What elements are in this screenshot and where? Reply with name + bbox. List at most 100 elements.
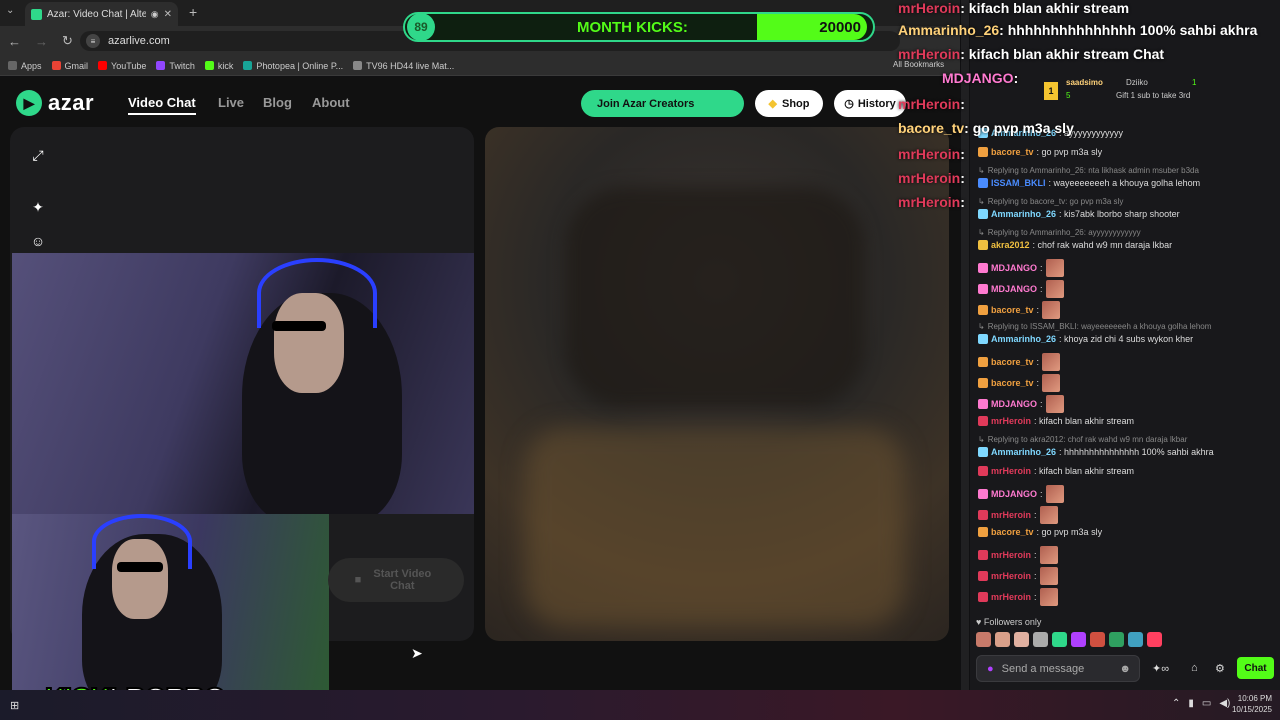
- nav-video-chat[interactable]: Video Chat: [128, 95, 196, 115]
- followers-only-label: Followers only: [983, 617, 1042, 627]
- volume-icon[interactable]: ◀): [1219, 698, 1230, 709]
- shop-button[interactable]: ◆ Shop: [755, 90, 823, 117]
- reply-context: ↳ Replying to ISSAM_BKLI: wayeeeeeeeh a …: [978, 322, 1212, 331]
- user-badge-icon: [978, 416, 988, 426]
- tab-title: Azar: Video Chat | Alternati: [47, 8, 146, 20]
- chat-username[interactable]: MDJANGO: [991, 263, 1037, 273]
- tray-chevron-icon[interactable]: ⌃: [1172, 698, 1180, 709]
- overlay-message: : kifach blan akhir stream: [960, 0, 1130, 16]
- start-video-chat-button[interactable]: ■ Start Video Chat: [328, 558, 464, 602]
- effects-icon[interactable]: ✦: [28, 197, 48, 217]
- chat-username[interactable]: Ammarinho_26: [991, 334, 1056, 344]
- bookmark-item[interactable]: TV96 HD44 live Mat...: [353, 61, 454, 71]
- chat-send-button[interactable]: Chat: [1237, 657, 1274, 679]
- chat-input[interactable]: ● Send a message ☻: [976, 655, 1140, 682]
- history-button[interactable]: ◷ History: [834, 90, 906, 117]
- chat-text: :: [1036, 357, 1040, 367]
- bookmark-item[interactable]: Photopea | Online P...: [243, 61, 343, 71]
- nav-live[interactable]: Live: [218, 95, 244, 110]
- gift-leaderboard: 1 saadsimo 5 Dziiko 1 Gift 1 sub to take…: [1040, 78, 1215, 108]
- chat-text: : kifach blan akhir stream: [1034, 466, 1135, 476]
- nav-about[interactable]: About: [312, 95, 350, 110]
- chat-username[interactable]: bacore_tv: [991, 527, 1034, 537]
- chat-username[interactable]: bacore_tv: [991, 357, 1034, 367]
- bookmark-item[interactable]: Apps: [8, 61, 42, 71]
- chat-text: :: [1034, 592, 1037, 602]
- chat-username[interactable]: mrHeroin: [991, 550, 1031, 560]
- mic-tray-icon[interactable]: ▮: [1188, 698, 1194, 709]
- chat-username[interactable]: Ammarinho_26: [991, 209, 1056, 219]
- month-kicks-goal: 89 MONTH KICKS: 20000: [403, 12, 875, 42]
- quick-emote[interactable]: [1071, 632, 1086, 647]
- expand-icon[interactable]: ⤢: [28, 145, 48, 165]
- bookmark-icon: [353, 61, 363, 70]
- chat-username[interactable]: akra2012: [991, 240, 1030, 250]
- overlay-username: Ammarinho_26: [898, 22, 1000, 38]
- chat-username[interactable]: mrHeroin: [991, 510, 1031, 520]
- emote-picker-icon[interactable]: ☻: [1119, 663, 1131, 675]
- quick-emote[interactable]: [1128, 632, 1143, 647]
- tab-search-icon[interactable]: ⌄: [6, 5, 14, 16]
- overlay-username: mrHeroin: [898, 96, 961, 112]
- azar-logo[interactable]: ▶ azar: [16, 90, 94, 116]
- quick-emote[interactable]: [1033, 632, 1048, 647]
- chat-message: mrHeroin: kifach blan akhir stream: [978, 416, 1134, 426]
- chat-username[interactable]: MDJANGO: [991, 284, 1037, 294]
- chat-username[interactable]: mrHeroin: [991, 592, 1031, 602]
- overlay-chat-line: mrHeroin:: [898, 146, 965, 162]
- chat-username[interactable]: MDJANGO: [991, 489, 1037, 499]
- quick-emote[interactable]: [1109, 632, 1124, 647]
- mic-icon[interactable]: ●: [987, 663, 994, 675]
- bookmark-item[interactable]: kick: [204, 61, 233, 71]
- chat-message: Ammarinho_26: hhhhhhhhhhhhhhh 100% sahbi…: [978, 447, 1214, 457]
- new-tab-icon[interactable]: +: [189, 4, 197, 20]
- bookmark-item[interactable]: YouTube: [98, 61, 146, 71]
- browser-tab[interactable]: Azar: Video Chat | Alternati ◉ ✕: [25, 2, 178, 26]
- quick-emote[interactable]: [995, 632, 1010, 647]
- start-icon[interactable]: ⊞: [10, 699, 19, 712]
- reload-icon[interactable]: ↻: [62, 33, 73, 49]
- user-badge-icon: [978, 240, 988, 250]
- streamer-webcam-secondary: [12, 514, 329, 690]
- chat-username[interactable]: mrHeroin: [991, 416, 1031, 426]
- chat-text: : go pvp m3a sly: [1036, 147, 1103, 157]
- network-icon[interactable]: ▭: [1202, 698, 1211, 709]
- quick-emote[interactable]: [976, 632, 991, 647]
- chat-username[interactable]: ISSAM_BKLI: [991, 178, 1046, 188]
- chat-username[interactable]: mrHeroin: [991, 466, 1031, 476]
- clock[interactable]: 10:06 PM 10/15/2025: [1232, 693, 1272, 715]
- overlay-username: bacore_tv: [898, 120, 965, 136]
- chat-settings-icon[interactable]: ⚙: [1215, 662, 1225, 675]
- bookmark-item[interactable]: Twitch: [156, 61, 195, 71]
- overlay-message: : go pvp m3a sly: [964, 120, 1074, 136]
- forward-icon[interactable]: →: [35, 34, 48, 49]
- chat-message: Ammarinho_26: kis7abk lborbo sharp shoot…: [978, 209, 1180, 219]
- overlay-chat-line: mrHeroin:: [898, 170, 965, 186]
- chat-username[interactable]: bacore_tv: [991, 147, 1034, 157]
- nav-blog[interactable]: Blog: [263, 95, 292, 110]
- user-badge-icon: [978, 510, 988, 520]
- kicks-icon[interactable]: ✦∞: [1152, 662, 1169, 675]
- emoji-icon[interactable]: ☺: [28, 231, 48, 251]
- back-icon[interactable]: ←: [8, 34, 21, 49]
- tab-close-icon[interactable]: ✕: [164, 9, 172, 20]
- store-icon[interactable]: ⌂: [1191, 662, 1198, 674]
- chat-username[interactable]: bacore_tv: [991, 378, 1034, 388]
- site-info-icon[interactable]: ≡: [86, 34, 100, 48]
- chat-username[interactable]: mrHeroin: [991, 571, 1031, 581]
- quick-emote[interactable]: [1014, 632, 1029, 647]
- bookmark-label: YouTube: [111, 60, 147, 71]
- quick-emote[interactable]: [1147, 632, 1162, 647]
- clock-date: 10/15/2025: [1231, 705, 1272, 714]
- bookmark-icon: [98, 61, 108, 70]
- quick-emote[interactable]: [1052, 632, 1067, 647]
- join-creators-button[interactable]: Join Azar Creators: [581, 90, 744, 117]
- streamer-face-secondary: [112, 539, 168, 619]
- chat-username[interactable]: MDJANGO: [991, 399, 1037, 409]
- user-badge-icon: [978, 305, 988, 315]
- bookmark-item[interactable]: Gmail: [51, 61, 88, 71]
- quick-emote[interactable]: [1090, 632, 1105, 647]
- chat-username[interactable]: Ammarinho_26: [991, 447, 1056, 457]
- user-badge-icon: [978, 357, 988, 367]
- chat-username[interactable]: bacore_tv: [991, 305, 1034, 315]
